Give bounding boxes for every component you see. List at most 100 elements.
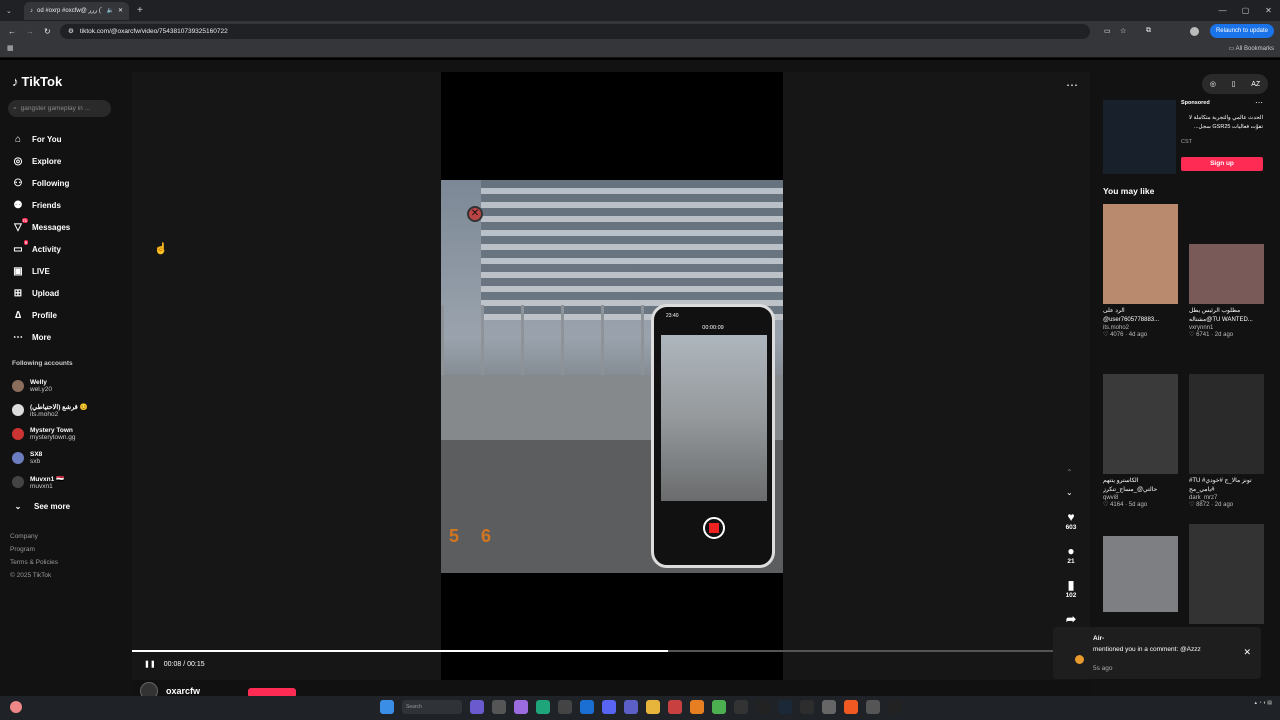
system-tray[interactable]: ▴ ◔ ◖ ▤ — [1255, 700, 1272, 707]
progress-bar[interactable] — [132, 650, 1090, 652]
start-icon[interactable] — [380, 700, 394, 714]
apps-icon[interactable]: ▦ — [7, 44, 14, 52]
video-card[interactable]: مطلوب الرئيس يطل مشتاله@TU WANTED... vxr… — [1189, 224, 1264, 338]
bookmark-star-icon[interactable]: ☆ — [1120, 27, 1126, 35]
more-options-icon[interactable]: ⋯ — [1066, 78, 1078, 92]
minimize-icon[interactable]: — — [1211, 0, 1234, 21]
new-tab-icon[interactable]: + — [137, 5, 143, 16]
brave-icon[interactable] — [844, 700, 858, 714]
ad-brand: CST — [1181, 139, 1192, 145]
forward-icon[interactable]: → — [26, 27, 34, 36]
extensions-icon[interactable]: ⧉ — [1146, 27, 1151, 35]
all-bookmarks[interactable]: ▭ All Bookmarks — [1229, 45, 1274, 52]
teams-icon[interactable] — [624, 700, 638, 714]
nav-upload[interactable]: ⊞ Upload — [12, 282, 70, 304]
video-thumbnail[interactable] — [1103, 536, 1178, 612]
edge-icon[interactable] — [536, 700, 550, 714]
you-may-like-title: You may like — [1103, 186, 1155, 196]
footer-copyright: © 2025 TikTok — [10, 572, 52, 579]
relaunch-button[interactable]: Relaunch to update — [1209, 24, 1274, 38]
store-icon[interactable] — [558, 700, 572, 714]
weather-icon[interactable] — [10, 701, 22, 713]
nav-live[interactable]: ▣ LIVE — [12, 260, 70, 282]
close-window-icon[interactable]: ✕ — [1257, 0, 1280, 21]
nav-explore[interactable]: ◎ Explore — [12, 150, 70, 172]
account-handle: mysterytown.gg — [30, 434, 76, 441]
nav-more[interactable]: ⋯ More — [12, 326, 70, 348]
video-player[interactable]: ✕ 56 23:40 00:00:09 ⋯ ⌃ ⌄ ♥ 603 ● 21 ▮ 1… — [132, 72, 1090, 696]
folder-icon[interactable] — [646, 700, 660, 714]
back-icon[interactable]: ← — [8, 27, 16, 36]
reload-icon[interactable]: ↻ — [44, 27, 51, 36]
sponsored-ad[interactable]: Sponsored ⋯ الحدث عالمي والتجربة متكاملة… — [1103, 98, 1265, 180]
app-red-icon[interactable] — [668, 700, 682, 714]
copilot-icon[interactable] — [470, 700, 484, 714]
tool-compass-icon[interactable]: ◎ — [1210, 80, 1216, 88]
copilot2-icon[interactable] — [514, 700, 528, 714]
ad-more-icon[interactable]: ⋯ — [1255, 98, 1263, 107]
nav-activity[interactable]: ▭ 5 Activity — [12, 238, 70, 260]
task-view-icon[interactable] — [492, 700, 506, 714]
app-dark-icon[interactable] — [734, 700, 748, 714]
discord-icon[interactable] — [602, 700, 616, 714]
following-account[interactable]: Muvxn1 🇾🇪 muvxn1 — [12, 470, 88, 494]
share-icon[interactable]: ➦ — [1060, 612, 1082, 626]
author-name[interactable]: oxarcfw — [166, 686, 200, 696]
nav-for-you[interactable]: ⌂ For You — [12, 128, 70, 150]
scroll-down-icon[interactable]: ⌄ — [1066, 488, 1073, 497]
footer-company[interactable]: Company — [10, 530, 58, 543]
see-more-button[interactable]: ⌄ See more — [12, 494, 88, 518]
tab-list-icon[interactable]: ⌄ — [6, 7, 12, 15]
close-tab-icon[interactable]: ✕ — [118, 7, 123, 14]
video-card[interactable]: الرد على @user7605778883... its.moho2 ♡ … — [1103, 204, 1178, 338]
chrome-icon[interactable] — [712, 700, 726, 714]
nav-friends[interactable]: ⚉ Friends — [12, 194, 70, 216]
url-field[interactable]: ⚙ tiktok.com/@oxarcfw/video/754381073932… — [60, 23, 1090, 39]
search-input[interactable]: ⌕ gangster gameplay in ... — [8, 100, 111, 117]
video-thumbnail[interactable] — [1189, 374, 1264, 474]
taskbar-search[interactable]: Search — [402, 700, 462, 714]
ad-thumbnail[interactable] — [1103, 100, 1176, 174]
following-account[interactable]: قرشع (الاحتياطي) 😊 its.moho2 — [12, 398, 88, 422]
cast-icon[interactable]: ▭ — [1104, 27, 1111, 35]
site-info-icon[interactable]: ⚙ — [68, 27, 74, 35]
nav-following[interactable]: ⚇ Following — [12, 172, 70, 194]
tiktok-logo[interactable]: ♪ TikTok — [12, 74, 62, 89]
pause-icon[interactable]: ❚❚ — [144, 660, 156, 668]
following-account[interactable]: Mystery Town mysterytown.gg — [12, 422, 88, 446]
save-icon[interactable]: ▮ — [1060, 578, 1082, 592]
nav-profile[interactable]: ∆ Profile — [12, 304, 70, 326]
video-thumbnail[interactable] — [1189, 244, 1264, 304]
video-card[interactable]: #TU #تونز مالا_ج #خودي #يامي_مح dark_mrz… — [1189, 374, 1264, 508]
profile-avatar[interactable] — [1190, 27, 1199, 36]
outlook-icon[interactable] — [580, 700, 594, 714]
like-icon[interactable]: ♥ — [1060, 510, 1082, 524]
github-icon[interactable] — [756, 700, 770, 714]
footer-terms[interactable]: Terms & Policies — [10, 556, 58, 569]
app-orange-icon[interactable] — [690, 700, 704, 714]
tool-device-icon[interactable]: ▯ — [1232, 80, 1236, 88]
video-thumbnail[interactable] — [1189, 524, 1264, 624]
speaker-icon[interactable]: 🔈 — [106, 7, 113, 14]
maximize-icon[interactable]: ▢ — [1234, 0, 1257, 21]
browser-tab[interactable]: ♪ od #oxrp #oxcfw@ الرد(76) ررر 🔈 ✕ — [24, 1, 129, 20]
scroll-up-icon[interactable]: ⌃ — [1066, 468, 1073, 477]
tool-az-icon[interactable]: AZ — [1251, 81, 1260, 88]
following-account[interactable]: SX8 sxb — [12, 446, 88, 470]
footer-program[interactable]: Program — [10, 543, 58, 556]
cut-icon[interactable] — [888, 700, 902, 714]
video-thumbnail[interactable] — [1103, 204, 1178, 304]
mention-notification[interactable]: Air- mentioned you in a comment: @Azzz 5… — [1053, 627, 1261, 679]
video-thumbnail[interactable] — [1103, 374, 1178, 474]
close-notification-icon[interactable]: ✕ — [1243, 647, 1251, 658]
comment-icon[interactable]: ● — [1060, 544, 1082, 558]
settings-icon[interactable] — [822, 700, 836, 714]
nav-messages[interactable]: ▽ 71 Messages — [12, 216, 70, 238]
signup-button[interactable]: Sign up — [1181, 157, 1263, 171]
app-gray-icon[interactable] — [866, 700, 880, 714]
video-frame[interactable]: ✕ 56 23:40 00:00:09 — [441, 180, 783, 573]
video-card[interactable]: الكاسترو ينتهم حالتي@_مساج_تنكرز qwvi8 ♡… — [1103, 374, 1178, 508]
following-account[interactable]: Welly wel.y20 — [12, 374, 88, 398]
steam-icon[interactable] — [778, 700, 792, 714]
terminal-icon[interactable] — [800, 700, 814, 714]
